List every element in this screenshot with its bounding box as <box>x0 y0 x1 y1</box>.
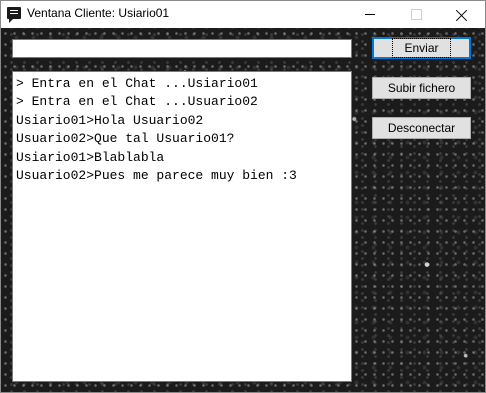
client-window: Ventana Cliente: Usiario01 > Entra en el… <box>0 0 486 393</box>
chat-line: Usiario01>Blablabla <box>16 149 165 165</box>
chat-log[interactable]: > Entra en el Chat ...Usiario01 > Entra … <box>12 71 352 382</box>
chat-line: Usiario01>Hola Usuario02 <box>16 112 204 128</box>
maximize-icon <box>410 9 422 20</box>
close-icon <box>456 9 468 21</box>
send-button-label: Enviar <box>392 38 451 58</box>
client-area: > Entra en el Chat ...Usiario01 > Entra … <box>1 28 485 392</box>
upload-file-button[interactable]: Subir fichero <box>372 77 471 99</box>
disconnect-button[interactable]: Desconectar <box>372 117 471 139</box>
maximize-button[interactable] <box>393 1 439 28</box>
title-bar[interactable]: Ventana Cliente: Usiario01 <box>1 1 485 28</box>
send-button[interactable]: Enviar <box>372 37 471 59</box>
chat-line: Usuario02>Que tal Usuario01? <box>16 131 235 147</box>
close-button[interactable] <box>439 1 485 28</box>
disconnect-button-label: Desconectar <box>387 121 456 135</box>
minimize-button[interactable] <box>347 1 393 28</box>
window-title: Ventana Cliente: Usiario01 <box>27 6 170 20</box>
chat-bubble-icon <box>7 7 21 23</box>
chat-line: > Entra en el Chat ...Usiario01 <box>16 76 258 91</box>
chat-line: > Entra en el Chat ...Usuario02 <box>16 94 258 110</box>
minimize-icon <box>365 14 375 15</box>
chat-line: Usuario02>Pues me parece muy bien :3 <box>16 168 297 184</box>
upload-file-button-label: Subir fichero <box>387 81 456 95</box>
message-input[interactable] <box>12 39 352 58</box>
